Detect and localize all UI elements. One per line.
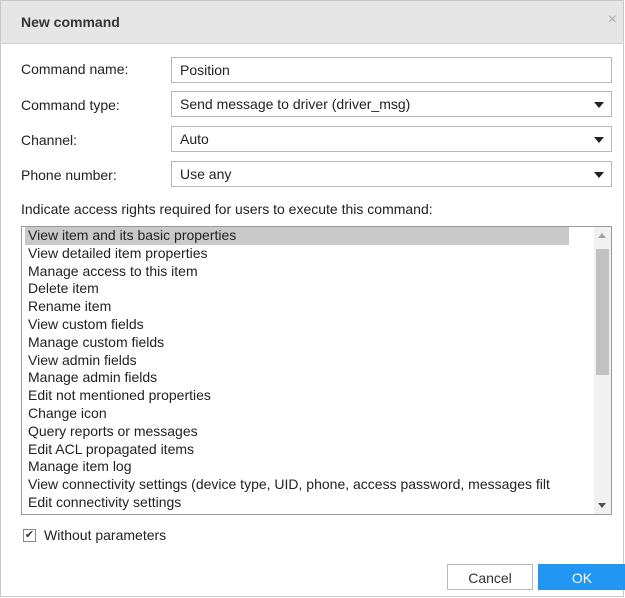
command-name-input[interactable] xyxy=(171,57,612,83)
new-command-dialog: New command × Command name: Command type… xyxy=(0,0,625,597)
access-right-item[interactable]: Manage admin fields xyxy=(25,369,593,387)
access-right-item[interactable]: View detailed item properties xyxy=(25,245,593,263)
access-right-item[interactable]: Edit not mentioned properties xyxy=(25,387,593,405)
scroll-down-icon[interactable] xyxy=(598,503,606,508)
access-rights-hint: Indicate access rights required for user… xyxy=(21,201,433,217)
chevron-down-icon xyxy=(594,137,604,143)
access-right-item[interactable]: Change icon xyxy=(25,405,593,423)
access-rights-listbox[interactable]: View item and its basic properties View d… xyxy=(21,226,612,515)
access-right-item[interactable]: Query reports or messages xyxy=(25,423,593,441)
without-parameters-label[interactable]: Without parameters xyxy=(44,527,166,543)
channel-value: Auto xyxy=(180,131,209,147)
command-type-select[interactable]: Send message to driver (driver_msg) xyxy=(171,91,612,117)
phone-number-label: Phone number: xyxy=(21,167,117,183)
phone-number-value: Use any xyxy=(180,166,232,182)
dialog-title: New command xyxy=(21,14,120,30)
access-right-item[interactable]: View custom fields xyxy=(25,316,593,334)
phone-number-select[interactable]: Use any xyxy=(171,161,612,187)
access-right-item[interactable]: Delete item xyxy=(25,280,593,298)
without-parameters-checkbox[interactable]: ✔ xyxy=(23,529,36,542)
scroll-thumb[interactable] xyxy=(596,249,609,375)
access-right-item[interactable]: Rename item xyxy=(25,298,593,316)
command-type-value: Send message to driver (driver_msg) xyxy=(180,96,411,112)
channel-label: Channel: xyxy=(21,132,78,148)
chevron-down-icon xyxy=(594,102,604,108)
checkmark-icon: ✔ xyxy=(24,529,35,541)
access-right-item[interactable]: Manage access to this item xyxy=(25,263,593,281)
access-right-item[interactable]: Edit connectivity settings xyxy=(25,494,593,512)
access-right-item[interactable]: Manage custom fields xyxy=(25,334,593,352)
close-icon[interactable]: × xyxy=(608,12,617,28)
dialog-titlebar[interactable]: New command × xyxy=(1,1,623,44)
chevron-down-icon xyxy=(594,172,604,178)
access-right-item[interactable]: View item and its basic properties xyxy=(25,227,569,245)
cancel-button[interactable]: Cancel xyxy=(447,564,533,590)
ok-button[interactable]: OK xyxy=(538,564,625,590)
access-rights-list: View item and its basic properties View d… xyxy=(25,227,593,512)
access-right-item[interactable]: View connectivity settings (device type,… xyxy=(25,476,593,494)
access-right-item[interactable]: View admin fields xyxy=(25,352,593,370)
access-right-item[interactable]: Edit ACL propagated items xyxy=(25,441,593,459)
command-type-label: Command type: xyxy=(21,97,120,113)
command-name-label: Command name: xyxy=(21,61,129,77)
list-scrollbar[interactable] xyxy=(594,227,611,514)
access-right-item[interactable]: Manage item log xyxy=(25,458,593,476)
scroll-up-icon[interactable] xyxy=(598,233,606,238)
channel-select[interactable]: Auto xyxy=(171,126,612,152)
